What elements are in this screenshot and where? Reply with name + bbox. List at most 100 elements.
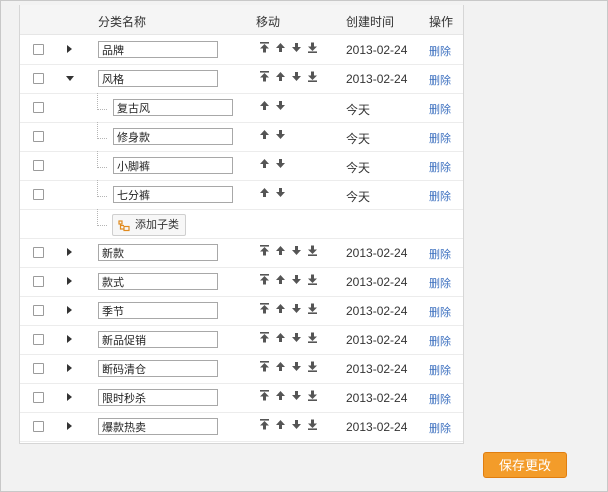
category-name-input[interactable]: [113, 157, 233, 174]
table-row: 今天 删除: [20, 151, 463, 181]
category-name-input[interactable]: [98, 302, 218, 319]
expand-icon[interactable]: [67, 364, 72, 372]
move-top-icon[interactable]: [259, 42, 270, 53]
delete-link[interactable]: 删除: [429, 362, 451, 378]
move-bottom-icon[interactable]: [307, 332, 318, 343]
move-up-icon[interactable]: [259, 158, 270, 169]
delete-link[interactable]: 删除: [429, 130, 451, 146]
move-down-icon[interactable]: [291, 42, 302, 53]
move-up-icon[interactable]: [275, 332, 286, 343]
row-checkbox[interactable]: [33, 334, 44, 345]
delete-link[interactable]: 删除: [429, 275, 451, 291]
delete-link[interactable]: 删除: [429, 43, 451, 59]
row-checkbox[interactable]: [33, 392, 44, 403]
delete-link[interactable]: 删除: [429, 101, 451, 117]
move-up-icon[interactable]: [275, 361, 286, 372]
created-date: 今天: [346, 103, 371, 117]
move-top-icon[interactable]: [259, 419, 270, 430]
delete-link[interactable]: 删除: [429, 72, 451, 88]
move-up-icon[interactable]: [275, 390, 286, 401]
save-changes-button[interactable]: 保存更改: [483, 452, 567, 478]
move-bottom-icon[interactable]: [307, 42, 318, 53]
move-down-icon[interactable]: [275, 158, 286, 169]
table-header: 分类名称 移动 创建时间 操作: [20, 5, 463, 35]
category-name-input[interactable]: [113, 186, 233, 203]
move-bottom-icon[interactable]: [307, 303, 318, 314]
move-down-icon[interactable]: [291, 274, 302, 285]
created-date: 2013-02-24: [346, 333, 408, 347]
row-checkbox[interactable]: [33, 276, 44, 287]
move-down-icon[interactable]: [291, 332, 302, 343]
move-down-icon[interactable]: [275, 187, 286, 198]
table-row: 2013-02-24 删除: [20, 412, 463, 442]
expand-icon[interactable]: [67, 248, 72, 256]
move-up-icon[interactable]: [275, 303, 286, 314]
move-down-icon[interactable]: [291, 303, 302, 314]
delete-link[interactable]: 删除: [429, 391, 451, 407]
category-name-input[interactable]: [98, 70, 218, 87]
move-down-icon[interactable]: [291, 71, 302, 82]
category-name-input[interactable]: [98, 273, 218, 290]
row-checkbox[interactable]: [33, 131, 44, 142]
move-top-icon[interactable]: [259, 245, 270, 256]
move-top-icon[interactable]: [259, 303, 270, 314]
row-checkbox[interactable]: [33, 73, 44, 84]
row-checkbox[interactable]: [33, 160, 44, 171]
row-checkbox[interactable]: [33, 44, 44, 55]
move-down-icon[interactable]: [275, 129, 286, 140]
move-top-icon[interactable]: [259, 390, 270, 401]
row-checkbox[interactable]: [33, 305, 44, 316]
category-name-input[interactable]: [98, 389, 218, 406]
move-up-icon[interactable]: [259, 187, 270, 198]
expand-icon[interactable]: [67, 422, 72, 430]
row-checkbox[interactable]: [33, 363, 44, 374]
move-down-icon[interactable]: [291, 245, 302, 256]
move-top-icon[interactable]: [259, 71, 270, 82]
move-bottom-icon[interactable]: [307, 390, 318, 401]
table-row: 今天 删除: [20, 122, 463, 152]
move-top-icon[interactable]: [259, 361, 270, 372]
row-checkbox[interactable]: [33, 102, 44, 113]
delete-link[interactable]: 删除: [429, 333, 451, 349]
row-checkbox[interactable]: [33, 189, 44, 200]
move-bottom-icon[interactable]: [307, 71, 318, 82]
category-name-input[interactable]: [113, 128, 233, 145]
move-bottom-icon[interactable]: [307, 361, 318, 372]
move-down-icon[interactable]: [291, 419, 302, 430]
delete-link[interactable]: 删除: [429, 246, 451, 262]
move-up-icon[interactable]: [275, 419, 286, 430]
delete-link[interactable]: 删除: [429, 304, 451, 320]
delete-link[interactable]: 删除: [429, 420, 451, 436]
expand-icon[interactable]: [67, 393, 72, 401]
row-checkbox[interactable]: [33, 247, 44, 258]
move-up-icon[interactable]: [275, 71, 286, 82]
expand-icon[interactable]: [67, 277, 72, 285]
category-name-input[interactable]: [98, 360, 218, 377]
move-up-icon[interactable]: [259, 100, 270, 111]
delete-link[interactable]: 删除: [429, 188, 451, 204]
category-name-input[interactable]: [98, 244, 218, 261]
move-up-icon[interactable]: [259, 129, 270, 140]
move-up-icon[interactable]: [275, 42, 286, 53]
category-name-input[interactable]: [98, 41, 218, 58]
expand-icon[interactable]: [67, 45, 72, 53]
category-name-input[interactable]: [98, 418, 218, 435]
move-bottom-icon[interactable]: [307, 274, 318, 285]
move-up-icon[interactable]: [275, 245, 286, 256]
move-down-icon[interactable]: [291, 390, 302, 401]
move-top-icon[interactable]: [259, 274, 270, 285]
category-name-input[interactable]: [113, 99, 233, 116]
move-top-icon[interactable]: [259, 332, 270, 343]
move-down-icon[interactable]: [275, 100, 286, 111]
category-name-input[interactable]: [98, 331, 218, 348]
row-checkbox[interactable]: [33, 421, 44, 432]
move-bottom-icon[interactable]: [307, 245, 318, 256]
collapse-icon[interactable]: [66, 76, 74, 81]
delete-link[interactable]: 删除: [429, 159, 451, 175]
move-down-icon[interactable]: [291, 361, 302, 372]
expand-icon[interactable]: [67, 306, 72, 314]
move-bottom-icon[interactable]: [307, 419, 318, 430]
add-subcategory-button[interactable]: 添加子类: [112, 214, 186, 236]
move-up-icon[interactable]: [275, 274, 286, 285]
expand-icon[interactable]: [67, 335, 72, 343]
